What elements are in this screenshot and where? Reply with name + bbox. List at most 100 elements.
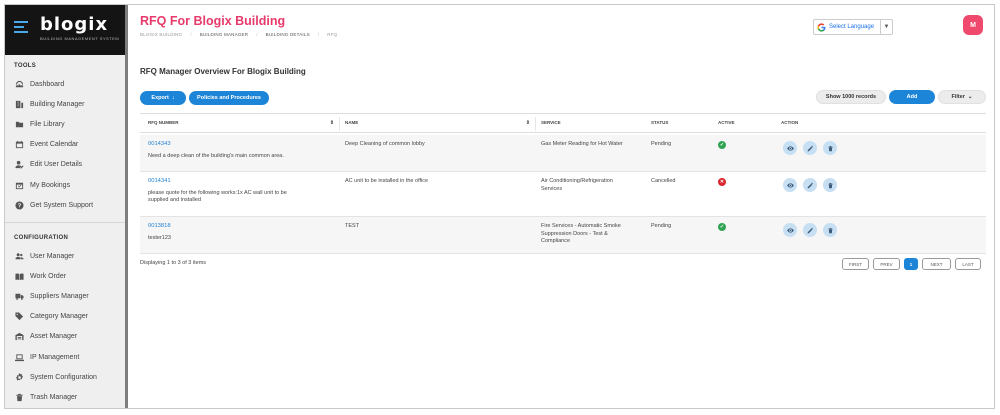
sidebar-item-get-system-support[interactable]: Get System Support: [14, 198, 93, 212]
gear-icon: [14, 373, 24, 382]
sidebar-item-label: Trash Manager: [30, 393, 78, 401]
sidebar-item-label: Asset Manager: [30, 333, 78, 341]
pencil-icon: [807, 182, 813, 188]
logo: blogix: [40, 14, 109, 35]
user-edit-icon: [14, 160, 24, 169]
page-title: RFQ For Blogix Building: [140, 14, 286, 28]
table-row: 0014341 please quote for the following wo…: [140, 172, 986, 217]
sidebar-scrollbar[interactable]: [125, 5, 128, 408]
pencil-icon: [807, 145, 813, 151]
sidebar-item-category-manager[interactable]: Category Manager: [14, 310, 88, 324]
sidebar-item-label: Building Manager: [30, 100, 85, 108]
menu-toggle-icon[interactable]: [14, 21, 28, 36]
rfq-number-link[interactable]: 0013818: [148, 223, 171, 231]
export-button[interactable]: Export ↓: [140, 91, 186, 105]
rfq-status: Pending: [651, 141, 672, 147]
column-header-status[interactable]: STATUS: [651, 120, 711, 125]
sidebar: blogix BUILDING MANAGEMENT SYSTEM TOOLS …: [5, 5, 125, 408]
sidebar-item-edit-user-details[interactable]: Edit User Details: [14, 158, 82, 172]
sidebar-item-label: Edit User Details: [30, 161, 83, 169]
view-button[interactable]: [783, 141, 797, 155]
rfq-number-link[interactable]: 0014341: [148, 178, 287, 186]
section-title: RFQ Manager Overview For Blogix Building: [140, 67, 306, 76]
column-header-rfq-number[interactable]: RFQ NUMBER ⇕: [148, 120, 334, 126]
table-row: 0013818 tester123 TEST Fire Services - Auto…: [140, 217, 986, 254]
truck-icon: [14, 292, 24, 301]
user-avatar[interactable]: M: [963, 15, 983, 35]
delete-button[interactable]: [823, 141, 837, 155]
table-row: 0014343 Need a deep clean of the building…: [140, 135, 986, 172]
sidebar-item-user-manager[interactable]: User Manager: [14, 249, 74, 263]
table-header: RFQ NUMBER ⇕ NAME ⇕ SERVICE STATUS ACTIVE …: [140, 113, 986, 133]
language-select[interactable]: Select Language ▼: [813, 19, 893, 35]
check-circle-icon: ✓: [718, 223, 726, 231]
sidebar-item-my-bookings[interactable]: My Bookings: [14, 178, 70, 192]
policies-button[interactable]: Policies and Procedures: [189, 91, 269, 105]
sort-icon: ⇕: [525, 120, 530, 126]
rfq-name: Deep Cleaning of common lobby: [345, 141, 425, 147]
filter-button[interactable]: Filter ⌄: [938, 90, 986, 104]
delete-button[interactable]: [823, 178, 837, 192]
column-header-service[interactable]: SERVICE: [541, 120, 641, 125]
sidebar-item-label: Suppliers Manager: [30, 292, 89, 300]
edit-button[interactable]: [803, 178, 817, 192]
app-window: blogix BUILDING MANAGEMENT SYSTEM TOOLS …: [4, 4, 995, 409]
sidebar-item-event-calendar[interactable]: Event Calendar: [14, 138, 78, 152]
edit-button[interactable]: [803, 223, 817, 237]
rfq-description: Need a deep clean of the building's main…: [148, 152, 284, 159]
sidebar-item-label: Event Calendar: [30, 141, 79, 149]
sidebar-item-dashboard[interactable]: Dashboard: [14, 77, 64, 91]
pagination-info: Displaying 1 to 3 of 3 items: [140, 260, 207, 266]
eye-icon: [786, 182, 794, 188]
logo-subtitle: BUILDING MANAGEMENT SYSTEM: [40, 36, 120, 41]
view-button[interactable]: [783, 178, 797, 192]
breadcrumb-item[interactable]: BUILDING MANAGER: [200, 32, 248, 37]
view-button[interactable]: [783, 223, 797, 237]
pencil-icon: [807, 227, 813, 233]
pagination-next-button[interactable]: NEXT: [922, 258, 951, 270]
column-header-active: ACTIVE: [718, 120, 735, 125]
show-records-button[interactable]: Show 1000 records: [816, 90, 886, 104]
trash-icon: [827, 182, 833, 188]
warehouse-icon: [14, 332, 24, 341]
rfq-service: Air Conditioning/Refrigeration Services: [541, 178, 613, 192]
question-icon: [14, 201, 24, 210]
column-header-action: ACTION: [781, 120, 799, 125]
breadcrumb-item[interactable]: BUILDING DETAILS: [266, 32, 310, 37]
google-icon: [817, 22, 826, 32]
trash-icon: [827, 227, 833, 233]
rfq-number-link[interactable]: 0014343: [148, 141, 284, 149]
arrow-down-icon: ↓: [171, 95, 175, 101]
tools-section-label: TOOLS: [14, 63, 37, 69]
pagination-last-button[interactable]: LAST: [955, 258, 981, 270]
sidebar-item-suppliers-manager[interactable]: Suppliers Manager: [14, 289, 89, 303]
sidebar-item-label: Get System Support: [30, 201, 94, 209]
sidebar-item-trash-manager[interactable]: Trash Manager: [14, 390, 77, 404]
sidebar-item-building-manager[interactable]: Building Manager: [14, 97, 84, 111]
sidebar-item-ip-management[interactable]: IP Management: [14, 350, 79, 364]
sidebar-item-asset-manager[interactable]: Asset Manager: [14, 330, 77, 344]
sidebar-item-work-order[interactable]: Work Order: [14, 269, 66, 283]
rfq-status: Pending: [651, 223, 672, 229]
sidebar-item-label: System Configuration: [30, 373, 97, 381]
add-button[interactable]: Add: [889, 90, 935, 104]
column-header-name[interactable]: NAME ⇕: [345, 120, 530, 126]
dashboard-icon: [14, 80, 24, 89]
pagination-first-button[interactable]: FIRST: [842, 258, 869, 270]
rfq-name: TEST: [345, 223, 360, 229]
sidebar-item-label: IP Management: [30, 353, 80, 361]
breadcrumb-item[interactable]: BLOGIX BUILDING: [140, 32, 182, 37]
calendar-check-icon: [14, 181, 24, 190]
check-circle-icon: ✓: [718, 141, 726, 149]
edit-button[interactable]: [803, 141, 817, 155]
sidebar-item-system-configuration[interactable]: System Configuration: [14, 370, 97, 384]
sidebar-item-file-library[interactable]: File Library: [14, 117, 65, 131]
caret-down-icon: ▼: [880, 20, 892, 34]
delete-button[interactable]: [823, 223, 837, 237]
rfq-status: Cancelled: [651, 178, 676, 184]
trash-icon: [827, 145, 833, 151]
pagination-1-button[interactable]: 1: [904, 258, 918, 270]
breadcrumb-item: RFQ: [327, 32, 338, 37]
pagination-prev-button[interactable]: PREV: [873, 258, 900, 270]
sidebar-item-label: Dashboard: [30, 80, 65, 88]
